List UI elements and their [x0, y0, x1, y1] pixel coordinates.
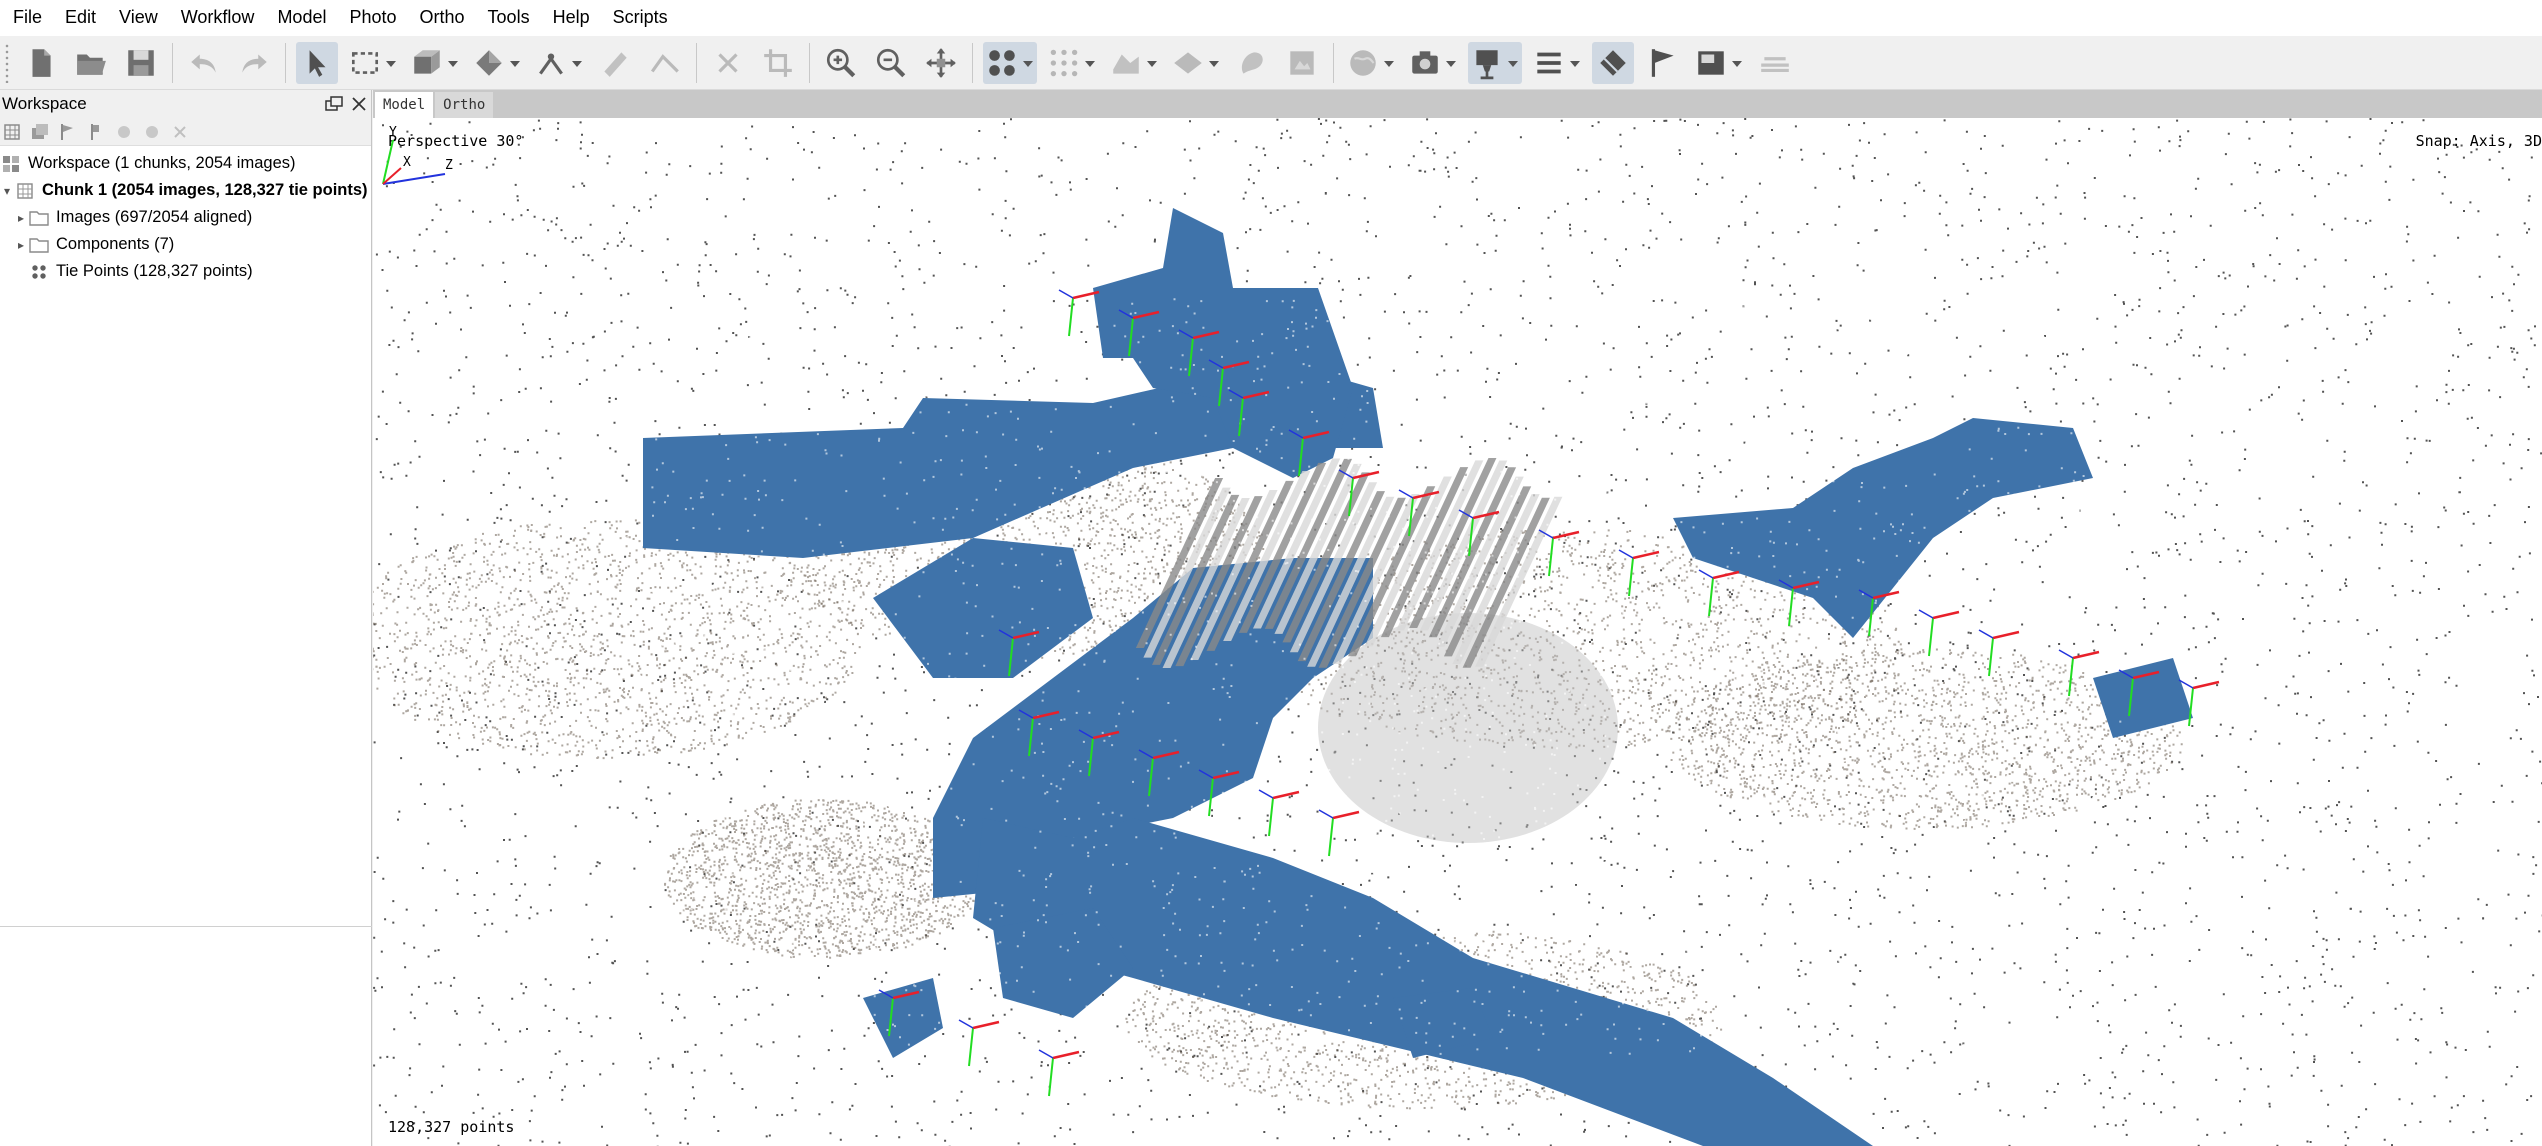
expand-arrow-icon[interactable]: ▸: [14, 211, 28, 225]
save-icon[interactable]: [120, 42, 162, 84]
show-orthomosaic-icon[interactable]: [1281, 42, 1323, 84]
layers-icon[interactable]: [1754, 42, 1796, 84]
tree-chunk-label: Chunk 1 (2054 images, 128,327 tie points…: [42, 181, 368, 199]
enable-icon[interactable]: [114, 122, 134, 142]
rectangle-selection-icon[interactable]: [346, 42, 400, 84]
scene-canvas[interactable]: [373, 118, 2542, 1146]
tab-ortho[interactable]: Ortho: [435, 92, 494, 118]
toolbar-separator: [285, 42, 286, 83]
delete-selection-icon[interactable]: [707, 42, 749, 84]
new-icon[interactable]: [20, 42, 62, 84]
show-markers-icon[interactable]: [1592, 41, 1634, 84]
remove-item-icon[interactable]: [170, 122, 190, 142]
workspace-title-bar: Workspace: [0, 90, 371, 118]
toolbar-separator: [1333, 42, 1334, 83]
show-shapes-icon[interactable]: [1344, 42, 1398, 84]
menu-ortho[interactable]: Ortho: [413, 0, 481, 36]
draw-polygon-icon[interactable]: [594, 42, 636, 84]
point-count-label: 128,327 points: [388, 1118, 515, 1136]
navigation-icon[interactable]: [296, 41, 338, 84]
reset-view-icon[interactable]: [920, 42, 962, 84]
add-marker-icon[interactable]: [58, 122, 78, 142]
camera-icon[interactable]: [1406, 42, 1460, 84]
menu-tools[interactable]: Tools: [481, 0, 546, 36]
disable-icon[interactable]: [142, 122, 162, 142]
toolbar-separator: [172, 42, 173, 83]
show-cameras-icon[interactable]: [1468, 41, 1522, 84]
3d-scene[interactable]: Perspective 30° Snap: Axis, 3D 128,327 p…: [373, 118, 2542, 1146]
menu-file[interactable]: File: [6, 0, 58, 36]
axis-y-label: Y: [389, 125, 397, 140]
redo-icon[interactable]: [233, 42, 275, 84]
tree-item-tie-points-label: Tie Points (128,327 points): [56, 262, 253, 280]
tree-item-components[interactable]: ▸ Components (7): [0, 231, 371, 258]
folder-icon: [28, 208, 50, 228]
open-icon[interactable]: [70, 42, 112, 84]
toolbar-separator: [696, 42, 697, 83]
viewport-tabs: Model Ortho: [373, 90, 2542, 118]
tree-item-components-label: Components (7): [56, 235, 175, 253]
toolbar-separator: [809, 42, 810, 83]
zoom-out-icon[interactable]: [870, 42, 912, 84]
toolbar-grip[interactable]: [4, 42, 10, 83]
workspace-pane: Workspace Workspace (1 chunks, 2054 imag…: [0, 90, 372, 1146]
model-viewport: Model Ortho Perspective 30° Snap: Axis, …: [373, 90, 2542, 1146]
tree-root-label: Workspace (1 chunks, 2054 images): [28, 154, 296, 172]
axis-z-label: Z: [445, 158, 453, 173]
workspace-icon: [0, 154, 22, 174]
app-window: File Edit View Workflow Model Photo Orth…: [0, 0, 2542, 1146]
main-toolbar: [0, 36, 2542, 90]
menu-model[interactable]: Model: [270, 0, 342, 36]
snap-label: Snap: Axis, 3D: [2415, 132, 2542, 150]
show-tiled-model-icon[interactable]: [1169, 42, 1223, 84]
zoom-in-icon[interactable]: [820, 42, 862, 84]
flag-icon[interactable]: [1642, 42, 1684, 84]
add-chunk-icon[interactable]: [2, 122, 22, 142]
tree-item-images[interactable]: ▸ Images (697/2054 aligned): [0, 204, 371, 231]
axis-x-label: X: [403, 155, 411, 170]
rotate-region-icon[interactable]: [470, 42, 524, 84]
tree-item-images-label: Images (697/2054 aligned): [56, 208, 253, 226]
add-photos-icon[interactable]: [30, 122, 50, 142]
show-dem-icon[interactable]: [1231, 42, 1273, 84]
show-tie-points-icon[interactable]: [983, 41, 1037, 84]
show-dense-cloud-icon[interactable]: [1045, 42, 1099, 84]
ruler-icon[interactable]: [532, 42, 586, 84]
draw-polyline-icon[interactable]: [644, 42, 686, 84]
tab-model[interactable]: Model: [375, 92, 434, 118]
close-pane-icon[interactable]: [351, 96, 367, 112]
collapse-arrow-icon[interactable]: ▾: [0, 184, 14, 198]
folder-icon: [28, 235, 50, 255]
show-images-icon[interactable]: [1692, 42, 1746, 84]
workspace-title: Workspace: [2, 94, 87, 113]
menu-view[interactable]: View: [112, 0, 174, 36]
menu-scripts[interactable]: Scripts: [606, 0, 684, 36]
toolbar-separator: [972, 42, 973, 83]
pane-divider[interactable]: [0, 926, 372, 927]
show-model-icon[interactable]: [1107, 42, 1161, 84]
chunk-icon: [14, 181, 36, 201]
crop-icon[interactable]: [757, 42, 799, 84]
menu-help[interactable]: Help: [546, 0, 606, 36]
workspace-toolbar: [0, 118, 371, 146]
tree-chunk-1[interactable]: ▾ Chunk 1 (2054 images, 128,327 tie poin…: [0, 177, 371, 204]
undo-icon[interactable]: [183, 42, 225, 84]
tree-root-workspace[interactable]: Workspace (1 chunks, 2054 images): [0, 150, 371, 177]
menu-workflow[interactable]: Workflow: [174, 0, 271, 36]
axis-triad-icon: Y X Z: [382, 125, 453, 185]
show-region-icon[interactable]: [1530, 42, 1584, 84]
menu-edit[interactable]: Edit: [58, 0, 112, 36]
resize-region-icon[interactable]: [408, 42, 462, 84]
workspace-tree: Workspace (1 chunks, 2054 images) ▾ Chun…: [0, 146, 371, 285]
menu-bar: File Edit View Workflow Model Photo Orth…: [0, 0, 2542, 36]
float-pane-icon[interactable]: [325, 96, 343, 112]
tree-item-tie-points[interactable]: Tie Points (128,327 points): [0, 258, 371, 285]
add-scalebar-icon[interactable]: [86, 122, 106, 142]
expand-arrow-icon[interactable]: ▸: [14, 238, 28, 252]
menu-photo[interactable]: Photo: [342, 0, 412, 36]
tie-points-icon: [28, 262, 50, 282]
